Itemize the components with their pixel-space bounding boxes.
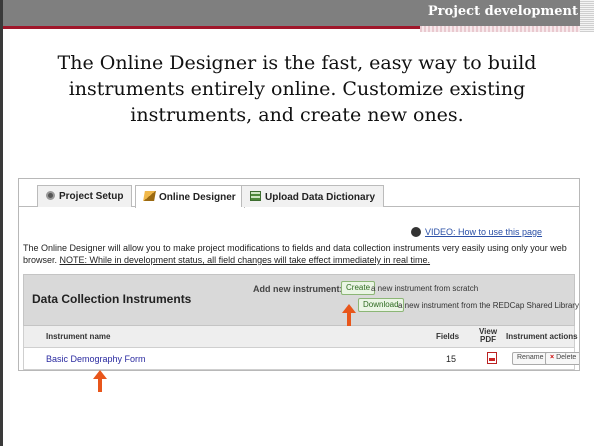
- create-description: a new instrument from scratch: [371, 284, 479, 293]
- tab-label: Upload Data Dictionary: [265, 192, 376, 203]
- download-description-text: a new instrument from the REDCap Shared …: [398, 301, 579, 310]
- pdf-icon[interactable]: [487, 352, 497, 364]
- slide: Project development The Online Designer …: [0, 0, 594, 446]
- delete-button[interactable]: × Delete: [545, 352, 579, 365]
- redcap-screenshot: Project Setup Online Designer Upload Dat…: [18, 178, 580, 371]
- column-header-fields: Fields: [436, 332, 460, 341]
- left-accent-bar: [0, 0, 3, 446]
- rename-label: Rename: [517, 354, 544, 361]
- field-count: 15: [446, 354, 457, 364]
- panel-title: Data Collection Instruments: [32, 292, 192, 306]
- table-row: Basic Demography Form 15 Rename × Delete: [23, 348, 579, 370]
- header-pixel-decoration: [420, 26, 580, 32]
- corner-pixel-decoration: [580, 0, 594, 32]
- create-button[interactable]: Create: [341, 281, 376, 295]
- tab-label: Online Designer: [159, 192, 236, 203]
- download-button[interactable]: Download: [358, 298, 404, 312]
- column-header-instrument-actions: Instrument actions: [506, 332, 578, 341]
- download-description: a new instrument from the REDCap Shared …: [398, 301, 579, 310]
- pencil-icon: [143, 191, 156, 201]
- tab-project-setup[interactable]: Project Setup: [37, 185, 133, 207]
- data-collection-instruments-panel: Data Collection Instruments Add new inst…: [23, 274, 579, 326]
- delete-label: Delete: [556, 354, 577, 361]
- instrument-name-link[interactable]: Basic Demography Form: [46, 354, 146, 364]
- intro-text: The Online Designer will allow you to ma…: [23, 242, 573, 266]
- slide-headline: The Online Designer is the fast, easy wa…: [57, 52, 537, 126]
- table-icon: [250, 191, 261, 201]
- gear-icon: [46, 191, 55, 200]
- tab-upload-data-dictionary[interactable]: Upload Data Dictionary: [241, 185, 385, 207]
- rename-button[interactable]: Rename: [512, 352, 549, 365]
- column-header-instrument-name: Instrument name: [46, 332, 111, 341]
- video-icon: [411, 227, 421, 237]
- tab-bar: Project Setup Online Designer Upload Dat…: [19, 179, 579, 208]
- delete-x-icon: ×: [550, 354, 555, 361]
- intro-note: NOTE: While in development status, all f…: [59, 255, 431, 265]
- column-header-view-pdf: View PDF: [478, 327, 498, 344]
- add-instrument-label: Add new instrument:: [253, 284, 343, 294]
- instrument-table-header: Instrument name Fields View PDF Instrume…: [23, 326, 578, 348]
- arrow-up-icon: [342, 304, 356, 326]
- section-title: Project development: [427, 4, 578, 19]
- arrow-up-icon: [93, 370, 107, 392]
- tab-online-designer[interactable]: Online Designer: [135, 185, 245, 208]
- video-link-label: VIDEO: How to use this page: [425, 227, 543, 237]
- tab-label: Project Setup: [59, 191, 124, 202]
- video-help-link[interactable]: VIDEO: How to use this page: [411, 227, 542, 237]
